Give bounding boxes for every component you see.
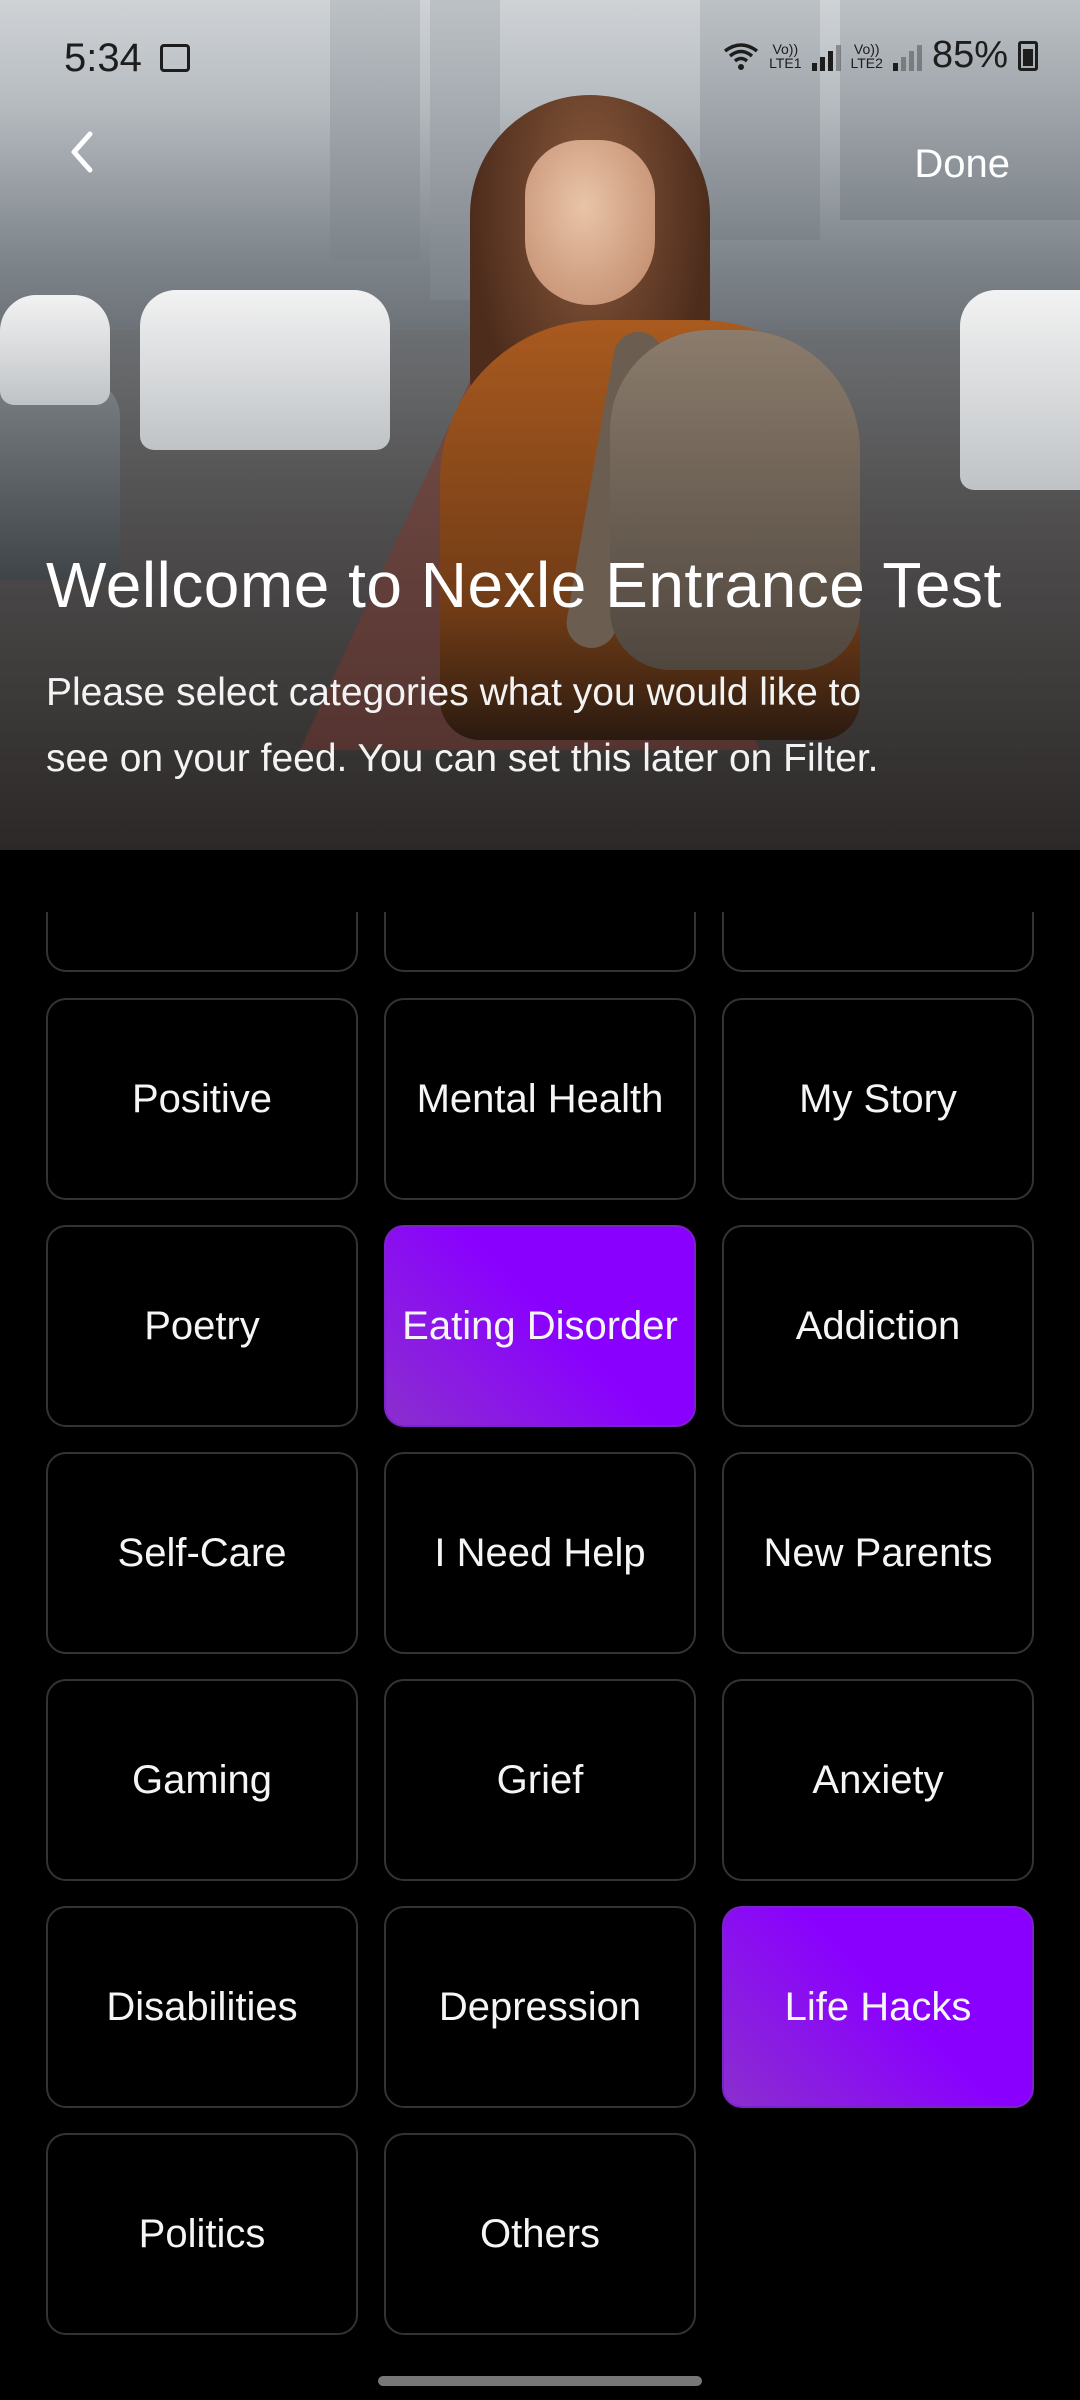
gallery-notification-icon <box>160 44 190 72</box>
lte1-indicator: Vo)) LTE1 <box>769 40 802 71</box>
category-tile-partial[interactable] <box>722 912 1034 972</box>
home-indicator[interactable] <box>378 2376 702 2386</box>
category-tile-partial[interactable] <box>46 912 358 972</box>
category-tile-new-parents[interactable]: New Parents <box>722 1452 1034 1654</box>
category-tile-depression[interactable]: Depression <box>384 1906 696 2108</box>
category-tile-self-care[interactable]: Self-Care <box>46 1452 358 1654</box>
car <box>960 290 1080 490</box>
category-tile-others[interactable]: Others <box>384 2133 696 2335</box>
lte2-indicator: Vo)) LTE2 <box>850 40 883 71</box>
car <box>0 295 110 405</box>
page-subtitle: Please select categories what you would … <box>46 671 879 780</box>
car <box>140 290 390 450</box>
category-tile-eating-disorder[interactable]: Eating Disorder <box>384 1225 696 1427</box>
wifi-icon <box>724 42 759 70</box>
category-tile-poetry[interactable]: Poetry <box>46 1225 358 1427</box>
category-tile-i-need-help[interactable]: I Need Help <box>384 1452 696 1654</box>
category-tile-grief[interactable]: Grief <box>384 1679 696 1881</box>
status-time: 5:34 <box>64 36 142 80</box>
category-tile-disabilities[interactable]: Disabilities <box>46 1906 358 2108</box>
category-tile-partial[interactable] <box>384 912 696 972</box>
category-tile-life-hacks[interactable]: Life Hacks <box>722 1906 1034 2108</box>
status-indicators: Vo)) LTE1 Vo)) LTE2 85% <box>723 34 1038 77</box>
signal-1-icon <box>811 41 841 71</box>
chevron-left-icon <box>71 131 93 173</box>
battery-icon <box>1018 40 1038 71</box>
status-bar: 5:34 Vo)) LTE1 Vo)) LTE2 85% <box>0 0 1080 120</box>
page-title: Wellcome to Nexle Entrance Test <box>46 549 1002 621</box>
category-tile-anxiety[interactable]: Anxiety <box>722 1679 1034 1881</box>
category-tile-mental-health[interactable]: Mental Health <box>384 998 696 1200</box>
category-tile-positive[interactable]: Positive <box>46 998 358 1200</box>
back-button[interactable] <box>54 122 114 182</box>
person-face <box>525 140 655 305</box>
category-tile-gaming[interactable]: Gaming <box>46 1679 358 1881</box>
category-tile-my-story[interactable]: My Story <box>722 998 1034 1200</box>
battery-percent: 85% <box>931 34 1008 76</box>
category-tile-politics[interactable]: Politics <box>46 2133 358 2335</box>
category-tile-addiction[interactable]: Addiction <box>722 1225 1034 1427</box>
signal-2-icon <box>892 41 922 71</box>
done-button[interactable]: Done <box>914 142 1010 187</box>
